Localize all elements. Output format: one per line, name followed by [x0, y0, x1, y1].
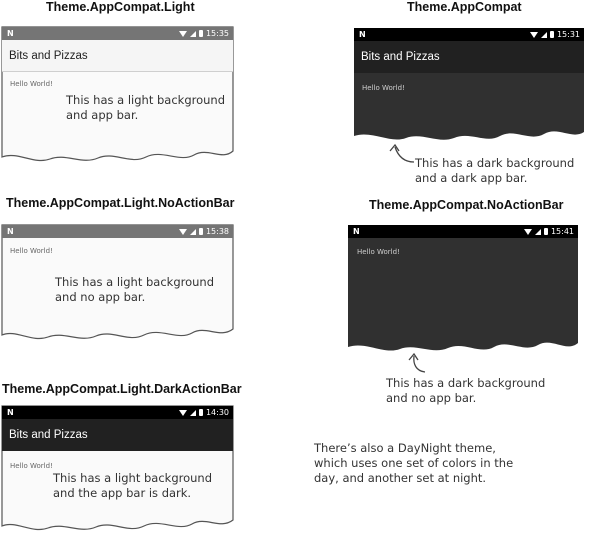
signal-icon	[189, 30, 196, 37]
status-bar: N 15:41	[348, 225, 578, 238]
n-logo-icon: N	[353, 227, 360, 236]
app-bar: Bits and Pizzas	[2, 419, 233, 451]
app-bar-title: Bits and Pizzas	[9, 49, 88, 62]
n-logo-icon: N	[7, 29, 14, 38]
note-dark-noactionbar: This has a dark background and no app ba…	[386, 376, 546, 405]
status-time: 14:30	[205, 408, 229, 417]
wifi-icon	[178, 228, 187, 235]
hello-world-text: Hello World!	[10, 462, 53, 470]
app-bar-title: Bits and Pizzas	[361, 51, 440, 63]
signal-icon	[540, 31, 547, 38]
app-bar: Bits and Pizzas	[2, 40, 233, 72]
signal-icon	[189, 409, 196, 416]
status-bar: N 15:38	[2, 225, 233, 238]
screen-background	[348, 225, 578, 351]
note-light: This has a light background and app bar.	[66, 93, 226, 122]
app-bar-title: Bits and Pizzas	[9, 429, 88, 441]
n-logo-icon: N	[359, 30, 366, 39]
hello-world-text: Hello World!	[10, 80, 53, 88]
battery-icon	[198, 228, 203, 235]
battery-icon	[198, 30, 203, 37]
hello-world-text: Hello World!	[362, 84, 405, 92]
status-bar: N 15:35	[2, 27, 233, 40]
note-dark: This has a dark background and a dark ap…	[415, 156, 575, 185]
status-time: 15:35	[205, 29, 229, 38]
wifi-icon	[178, 30, 187, 37]
n-logo-icon: N	[7, 408, 14, 417]
signal-icon	[189, 228, 196, 235]
theme-title-dark: Theme.AppCompat	[407, 0, 522, 14]
note-light-noactionbar: This has a light background and no app b…	[55, 275, 215, 304]
wifi-icon	[523, 228, 532, 235]
battery-icon	[543, 228, 548, 235]
battery-icon	[198, 409, 203, 416]
screenshot-dark: N 15:31 Bits and Pizzas Hello World!	[354, 28, 584, 146]
app-bar: Bits and Pizzas	[354, 41, 584, 73]
wifi-icon	[529, 31, 538, 38]
status-time: 15:38	[205, 227, 229, 236]
status-bar: N 14:30	[2, 406, 233, 419]
theme-title-dark-noactionbar: Theme.AppCompat.NoActionBar	[369, 198, 564, 212]
theme-title-light-darkactionbar: Theme.AppCompat.Light.DarkActionBar	[2, 382, 242, 396]
battery-icon	[549, 31, 554, 38]
theme-title-light-noactionbar: Theme.AppCompat.Light.NoActionBar	[6, 196, 235, 210]
daynight-note: There’s also a DayNight theme, which use…	[314, 441, 514, 485]
screenshot-dark-noactionbar: N 15:41 Hello World!	[348, 225, 578, 360]
hello-world-text: Hello World!	[357, 248, 400, 256]
theme-title-light: Theme.AppCompat.Light	[46, 0, 195, 14]
signal-icon	[534, 228, 541, 235]
n-logo-icon: N	[7, 227, 14, 236]
status-bar: N 15:31	[354, 28, 584, 41]
wifi-icon	[178, 409, 187, 416]
arrow-icon	[408, 352, 426, 373]
note-light-darkactionbar: This has a light background and the app …	[53, 471, 213, 500]
status-time: 15:31	[556, 30, 580, 39]
status-time: 15:41	[550, 227, 574, 236]
hello-world-text: Hello World!	[10, 247, 53, 255]
